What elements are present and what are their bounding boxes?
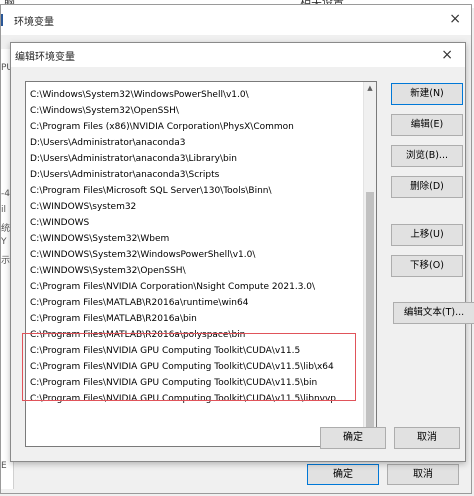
path-item[interactable]: C:\WINDOWS\System32\OpenSSH\ (30, 264, 186, 279)
path-item[interactable]: C:\WINDOWS\System32\Wbem (30, 232, 169, 247)
path-item[interactable]: C:\Program Files\NVIDIA GPU Computing To… (30, 344, 300, 359)
left-fragment: il (1, 205, 7, 215)
delete-button[interactable]: 删除(D) (391, 176, 463, 198)
dialog-title: 编辑环境变量 (15, 52, 75, 63)
edit-button[interactable]: 编辑(E) (391, 114, 463, 136)
outer-ok-button[interactable]: 确定 (307, 464, 379, 485)
left-fragment: Y (1, 237, 7, 247)
browse-button[interactable]: 浏览(B)... (391, 145, 463, 167)
outer-close-icon[interactable]: × (449, 11, 461, 27)
path-item[interactable]: C:\WINDOWS\system32 (30, 200, 136, 215)
path-item[interactable]: C:\WINDOWS (30, 216, 89, 231)
path-item[interactable]: C:\Program Files\MATLAB\R2016a\bin (30, 312, 197, 327)
path-item[interactable]: D:\Users\Administrator\anaconda3\Scripts (30, 168, 219, 183)
dialog-close-icon[interactable]: × (441, 47, 453, 63)
left-fragment: E (1, 461, 7, 471)
path-item[interactable]: C:\Windows\System32\WindowsPowerShell\v1… (30, 88, 249, 103)
path-item[interactable]: C:\Program Files\Microsoft SQL Server\13… (30, 184, 272, 199)
path-item[interactable]: C:\Windows\System32\OpenSSH\ (30, 104, 179, 119)
left-fragment: -4 (1, 189, 10, 199)
new-button[interactable]: 新建(N) (391, 83, 463, 105)
path-item[interactable]: C:\Program Files\NVIDIA GPU Computing To… (30, 360, 334, 375)
path-item[interactable]: C:\Program Files\NVIDIA Corporation\Nsig… (30, 280, 315, 295)
path-item[interactable]: C:\Program Files\NVIDIA GPU Computing To… (30, 392, 336, 407)
path-item[interactable]: C:\Program Files\MATLAB\R2016a\polyspace… (30, 328, 245, 343)
path-list[interactable]: C:\Windows\System32\WindowsPowerShell\v1… (25, 81, 377, 447)
window-icon (1, 14, 13, 26)
dialog-titlebar: 编辑环境变量 × (11, 43, 465, 67)
path-item[interactable]: C:\Program Files\MATLAB\R2016a\runtime\w… (30, 296, 248, 311)
move-down-button[interactable]: 下移(O) (391, 255, 463, 277)
path-list-scrollbar[interactable]: ▲ ▼ (363, 82, 376, 446)
outer-window-title: 环境变量 (14, 17, 54, 28)
path-item[interactable]: D:\Users\Administrator\anaconda3 (30, 136, 185, 151)
dialog-ok-button[interactable]: 确定 (320, 427, 386, 449)
edit-text-button[interactable]: 编辑文本(T)... (393, 302, 474, 324)
scroll-thumb[interactable] (366, 192, 374, 432)
edit-environment-variable-dialog: 编辑环境变量 × C:\Windows\System32\WindowsPowe… (10, 42, 474, 462)
move-up-button[interactable]: 上移(U) (391, 224, 463, 246)
outer-cancel-button[interactable]: 取消 (387, 464, 459, 485)
scroll-up-arrow-icon[interactable]: ▲ (364, 82, 376, 94)
path-item[interactable]: D:\Users\Administrator\anaconda3\Library… (30, 152, 237, 167)
left-fragment: 统 (1, 224, 11, 234)
path-item[interactable]: C:\Program Files\NVIDIA GPU Computing To… (30, 376, 317, 391)
dialog-cancel-button[interactable]: 取消 (394, 427, 460, 449)
left-fragment: 示 (1, 256, 11, 266)
outer-titlebar: 环境变量 × (1, 5, 471, 35)
path-item[interactable]: C:\WINDOWS\System32\WindowsPowerShell\v1… (30, 248, 255, 263)
path-item[interactable]: C:\Program Files (x86)\NVIDIA Corporatio… (30, 120, 294, 135)
